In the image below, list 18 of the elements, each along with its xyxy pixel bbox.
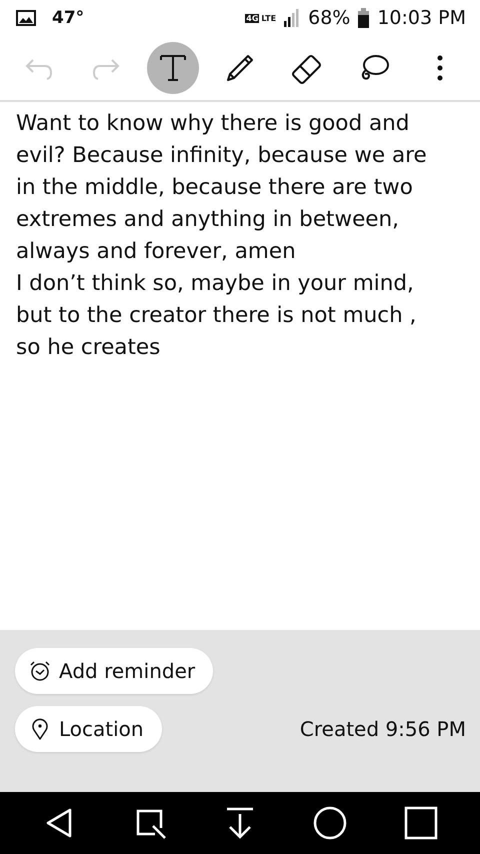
network-label: 4G [245, 14, 260, 22]
eraser-icon [290, 52, 323, 84]
alarm-clock-icon [29, 660, 51, 682]
add-reminder-button[interactable]: Add reminder [15, 648, 214, 694]
clock: 10:03 PM [377, 7, 466, 29]
home-icon[interactable] [313, 806, 348, 840]
recent-apps-icon[interactable] [404, 806, 438, 840]
note-paragraph: I don’t think so, maybe in your mind, but to the creator there is not much , so he creates [16, 270, 418, 362]
created-time: Created 9:56 PM [300, 717, 466, 741]
location-button[interactable]: Location [15, 706, 162, 752]
network-type: LTE [261, 14, 276, 22]
picture-icon [16, 10, 36, 26]
battery-percent: 68% [308, 7, 350, 29]
more-options-icon [437, 55, 444, 81]
signal-icon [284, 9, 300, 27]
temperature: 47° [52, 8, 84, 28]
note-paragraph: Want to know why there is good and evil? Because infinity, because we are in the middle, because there are two extremes and anything in between, always and forever, amen [16, 110, 428, 266]
battery-icon [358, 8, 370, 28]
